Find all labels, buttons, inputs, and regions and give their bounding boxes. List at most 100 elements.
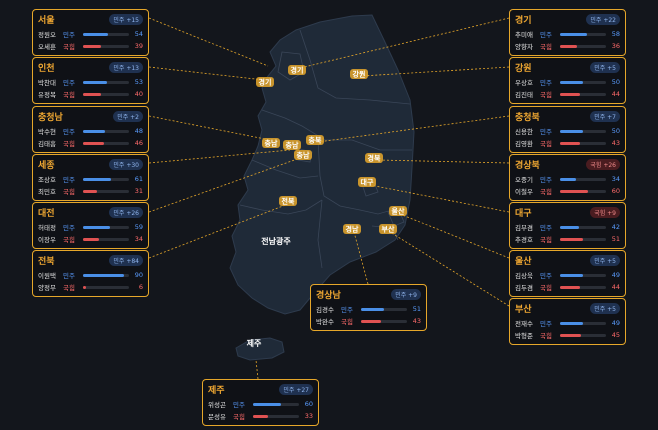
vote-percent: 46 [134,139,143,147]
vote-percent: 58 [611,30,620,38]
vote-bar [83,141,129,145]
card-header: 세종 민주 +30 [38,157,143,171]
region-card[interactable]: 서울 민주 +15 정원오 민주 54 오세훈 국힘 39 [32,9,149,56]
region-card[interactable]: 제주 민주 +27 위성곤 민주 60 문성유 국힘 33 [202,379,319,426]
vote-percent: 50 [611,127,620,135]
vote-bar [83,32,129,36]
vote-percent: 53 [134,78,143,86]
vote-bar [361,319,407,323]
vote-percent: 44 [611,283,620,291]
region-card[interactable]: 대전 민주 +26 허태정 민주 59 이장우 국힘 34 [32,202,149,249]
candidate-row: 추미애 민주 58 [515,28,620,40]
marker-label: 대구 [361,178,374,187]
vote-bar [560,273,606,277]
candidate-name: 박완수 [316,318,334,326]
region-name: 경기 [515,15,532,26]
vote-bar-fill [361,307,385,311]
party-label: 국힘 [540,236,552,244]
vote-bar [83,92,129,96]
candidate-row: 오세훈 국힘 39 [38,40,143,52]
candidate-name: 박찬대 [38,79,56,87]
party-label: 민주 [63,224,75,232]
map-marker[interactable]: 강원 [350,69,368,79]
vote-bar-fill [83,177,112,181]
vote-bar-fill [560,273,583,277]
candidate-name: 신용한 [515,128,533,136]
party-label: 국힘 [540,284,552,292]
marker-label: 충남 [297,151,310,160]
region-card[interactable]: 충청북 민주 +7 신용한 민주 50 김영환 국힘 43 [509,106,626,153]
map-marker[interactable]: 부산 [379,224,397,234]
candidate-row: 위성곤 민주 60 [208,398,313,410]
candidate-name: 박수현 [38,128,56,136]
marker-label: 부산 [382,225,395,234]
vote-percent: 45 [611,331,620,339]
vote-percent: 42 [611,223,620,231]
map-marker[interactable]: 충북 [306,135,324,145]
card-header: 경기 민주 +22 [515,12,620,26]
marker-label: 경남 [346,225,359,234]
map-marker[interactable]: 울산 [389,206,407,216]
candidate-name: 김경수 [316,306,334,314]
candidate-row: 허태정 민주 59 [38,221,143,233]
lead-badge: 민주 +15 [109,13,143,25]
region-card[interactable]: 경상북 국힘 +26 오중기 민주 34 이철우 국힘 60 [509,154,626,201]
lead-badge: 민주 +5 [590,61,620,73]
party-label: 국힘 [63,236,75,244]
candidate-row: 유정복 국힘 40 [38,88,143,100]
region-card[interactable]: 강원 민주 +5 우상호 민주 50 김진태 국힘 44 [509,57,626,104]
vote-bar [83,189,129,193]
vote-bar-fill [560,129,583,133]
card-header: 경상남 민주 +9 [316,287,421,301]
region-card[interactable]: 경기 민주 +22 추미애 민주 58 양향자 국힘 36 [509,9,626,56]
vote-percent: 44 [611,90,620,98]
vote-bar-fill [560,189,588,193]
map-marker[interactable]: 경기 [256,77,274,87]
card-header: 충청남 민주 +2 [38,109,143,123]
region-card[interactable]: 경상남 민주 +9 김경수 민주 51 박완수 국힘 43 [310,284,427,331]
region-card[interactable]: 전북 민주 +84 이원택 민주 90 양정무 국힘 6 [32,250,149,297]
region-name: 강원 [515,63,532,74]
vote-bar-fill [560,285,581,289]
card-header: 대전 민주 +26 [38,205,143,219]
party-label: 민주 [63,272,75,280]
lead-badge: 민주 +9 [391,288,421,300]
map-marker[interactable]: 대구 [358,177,376,187]
party-label: 민주 [540,176,552,184]
region-card[interactable]: 세종 민주 +30 조상호 민주 61 최민호 국힘 31 [32,154,149,201]
region-card[interactable]: 부산 민주 +5 전재수 민주 49 박형준 국힘 45 [509,298,626,345]
vote-bar-fill [83,44,101,48]
region-name: 경상북 [515,160,540,171]
region-card[interactable]: 대구 국힘 +9 김부겸 민주 42 추경호 국힘 51 [509,202,626,249]
candidate-name: 허태정 [38,224,56,232]
candidate-name: 추경호 [515,236,533,244]
card-header: 충청북 민주 +7 [515,109,620,123]
map-marker[interactable]: 충남 [294,150,312,160]
region-card[interactable]: 울산 민주 +5 김상욱 민주 49 김두겸 국힘 44 [509,250,626,297]
leader-line [255,359,259,380]
party-label: 국힘 [63,43,75,51]
map-marker[interactable]: 경기 [288,65,306,75]
region-name-label: 제주 [247,338,262,348]
vote-percent: 40 [134,90,143,98]
card-header: 전북 민주 +84 [38,253,143,267]
region-card[interactable]: 인천 민주 +13 박찬대 민주 53 유정복 국힘 40 [32,57,149,104]
vote-bar [560,92,606,96]
candidate-row: 박형준 국힘 45 [515,329,620,341]
lead-badge: 민주 +2 [113,110,143,122]
party-label: 민주 [540,31,552,39]
party-label: 국힘 [341,318,353,326]
mainland-outline [229,14,415,315]
region-name: 인천 [38,63,55,74]
map-marker[interactable]: 충남 [262,138,280,148]
map-marker[interactable]: 경남 [343,224,361,234]
candidate-name: 이장우 [38,236,56,244]
party-label: 민주 [540,224,552,232]
map-marker[interactable]: 전북 [279,196,297,206]
region-card[interactable]: 충청남 민주 +2 박수현 민주 48 김태흠 국힘 46 [32,106,149,153]
map-marker[interactable]: 경북 [365,153,383,163]
lead-badge: 민주 +13 [109,61,143,73]
candidate-row: 양향자 국힘 36 [515,40,620,52]
marker-label: 경기 [259,78,272,87]
map-marker[interactable]: 충남 [283,140,301,150]
